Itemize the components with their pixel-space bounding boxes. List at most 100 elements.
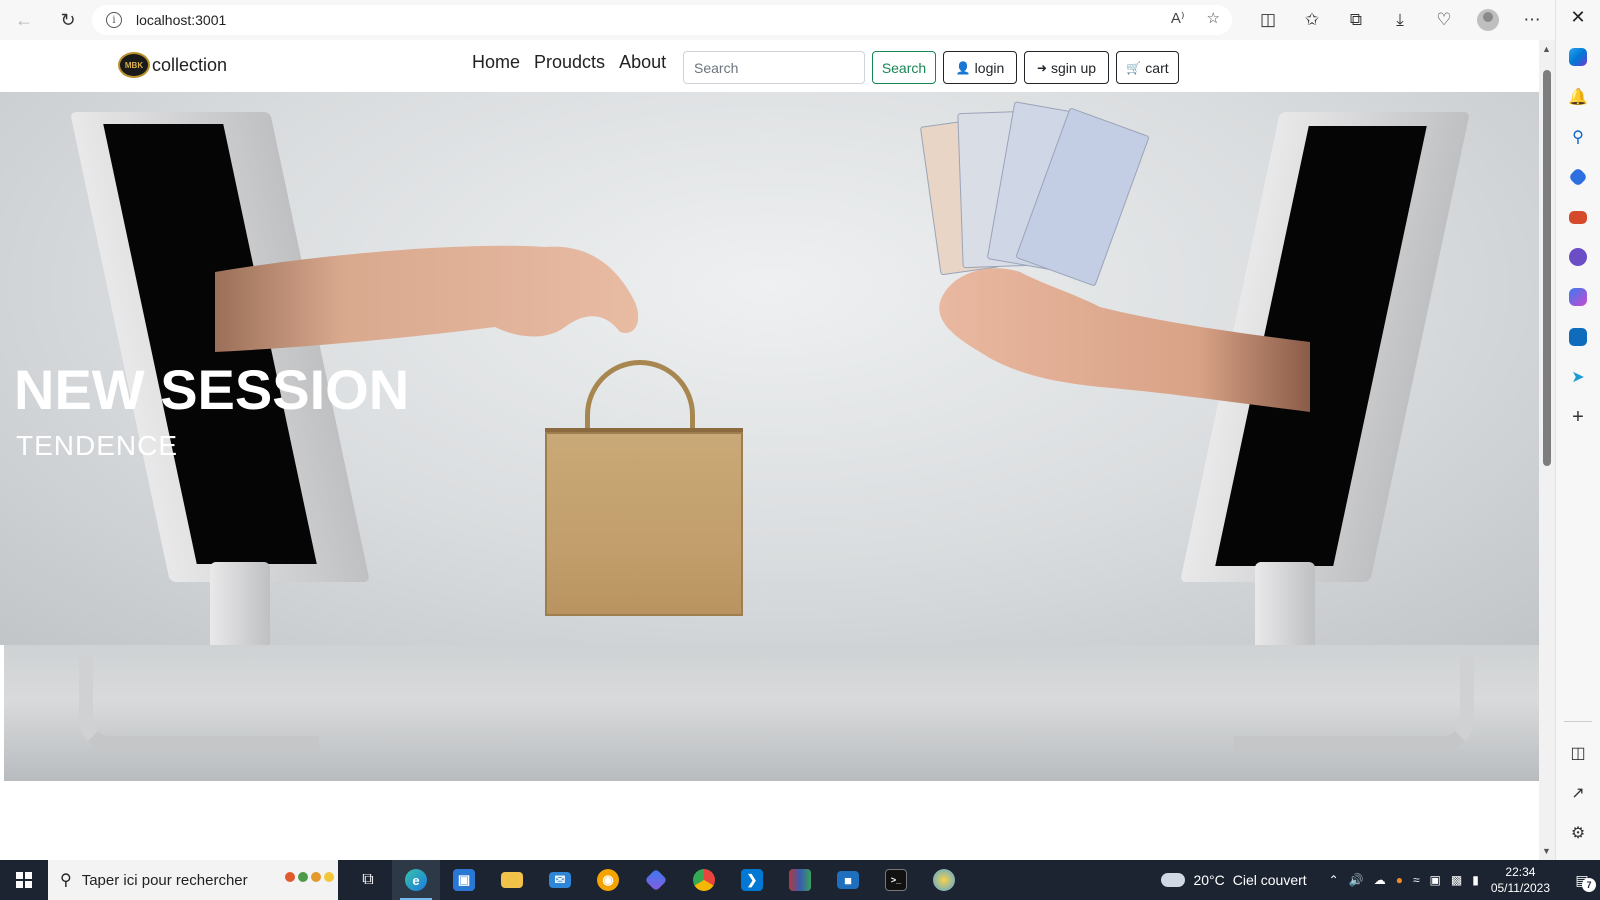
right-monitor-stand xyxy=(1234,655,1474,750)
right-hand-image xyxy=(939,268,1310,412)
notification-bell-icon[interactable]: 🔔 xyxy=(1563,80,1593,114)
hero-subtitle: TENDENCE xyxy=(16,430,179,461)
cart-icon: 🛒 xyxy=(1126,60,1142,75)
hero-title: NEW SESSION xyxy=(14,358,410,421)
search-icon: ⚲ xyxy=(60,872,72,889)
read-aloud-icon[interactable]: A⁾ xyxy=(1171,9,1185,27)
battery-icon[interactable]: ▮ xyxy=(1472,873,1479,887)
search-icon[interactable]: ⚲ xyxy=(1563,120,1593,154)
wifi-icon[interactable]: ≈ xyxy=(1413,873,1420,887)
search-input[interactable] xyxy=(683,51,865,84)
reload-icon[interactable]: ↻ xyxy=(52,4,84,36)
windows-taskbar: ⚲ Taper ici pour rechercher ⧉ e ▣ ✉ ◉ ❯ … xyxy=(0,860,1600,900)
nav-home-link[interactable]: Home xyxy=(472,52,520,73)
vscode-app-icon[interactable]: ❯ xyxy=(728,860,776,900)
security-icon[interactable]: ● xyxy=(1396,873,1403,887)
clock-date: 05/11/2023 xyxy=(1490,881,1550,895)
store-app-icon[interactable]: ▣ xyxy=(440,860,488,900)
back-arrow-icon[interactable]: ← xyxy=(8,4,40,36)
browser-toolbar: ← ↻ i localhost:3001 A⁾ ☆ ◫ ✩ ⧉ ⤓ ♡ ⋯ xyxy=(0,0,1568,40)
clock-time: 22:34 xyxy=(1505,865,1536,879)
edge-app-icon[interactable]: e xyxy=(392,860,440,900)
page-viewport: MBK collection Home Proudcts About Searc… xyxy=(0,40,1555,860)
scroll-up-icon[interactable]: ▲ xyxy=(1542,44,1551,54)
power-automate-icon[interactable] xyxy=(632,860,680,900)
hero-image-bottom xyxy=(4,645,1541,781)
clock[interactable]: 22:34 05/11/2023 xyxy=(1491,864,1550,896)
cart-label: cart xyxy=(1145,59,1169,76)
site-info-icon[interactable]: i xyxy=(106,12,122,28)
split-screen-icon[interactable]: ◫ xyxy=(1246,0,1290,40)
cart-button[interactable]: 🛒 cart xyxy=(1116,51,1179,84)
tray-icons: ⌃ 🔊 ☁ ● ≈ ▣ ▩ ▮ xyxy=(1329,873,1479,887)
start-button[interactable] xyxy=(0,860,48,900)
signup-label: sgin up xyxy=(1050,59,1097,76)
microsoft-365-icon[interactable] xyxy=(1563,280,1593,314)
profile-icon xyxy=(1477,9,1499,31)
display-icon[interactable]: ▩ xyxy=(1451,873,1462,887)
nav-products-link[interactable]: Proudcts xyxy=(534,52,605,73)
nav-about-link[interactable]: About xyxy=(619,52,666,73)
send-icon[interactable]: ➤ xyxy=(1563,360,1593,394)
terminal-app-icon[interactable]: >_ xyxy=(872,860,920,900)
page-scrollbar[interactable]: ▲ ▼ xyxy=(1539,40,1555,860)
outlook-icon[interactable] xyxy=(1563,320,1593,354)
search-highlight-icon xyxy=(285,872,334,882)
signup-button[interactable]: ➜ sgin up xyxy=(1024,51,1109,84)
login-label: login xyxy=(974,59,1005,76)
left-hand-image xyxy=(215,245,639,352)
brand-logo: MBK xyxy=(118,52,150,78)
user-plus-icon: 👤 xyxy=(955,60,971,75)
login-button[interactable]: 👤 login xyxy=(943,51,1017,84)
address-bar[interactable]: i localhost:3001 A⁾ ☆ xyxy=(92,5,1232,35)
shopping-tag-icon[interactable] xyxy=(1563,160,1593,194)
favorites-icon[interactable]: ✩ xyxy=(1290,0,1334,40)
sign-in-icon: ➜ xyxy=(1036,60,1047,75)
weather-text: Ciel couvert xyxy=(1232,872,1307,888)
paint-app-icon[interactable] xyxy=(920,860,968,900)
scrollbar-thumb[interactable] xyxy=(1543,70,1551,466)
onedrive-icon[interactable]: ☁ xyxy=(1374,873,1386,887)
profile-avatar[interactable] xyxy=(1466,0,1510,40)
tools-briefcase-icon[interactable] xyxy=(1563,200,1593,234)
shopping-bag-image xyxy=(545,432,743,616)
collections-icon[interactable]: ⧉ xyxy=(1334,0,1378,40)
taskbar-search[interactable]: ⚲ Taper ici pour rechercher xyxy=(48,860,338,900)
system-tray: 20°C Ciel couvert ⌃ 🔊 ☁ ● ≈ ▣ ▩ ▮ 22:34 … xyxy=(1157,860,1600,900)
downloads-icon[interactable]: ⤓ xyxy=(1378,0,1422,40)
copilot-icon[interactable] xyxy=(1563,40,1593,74)
chrome-app-icon[interactable] xyxy=(680,860,728,900)
add-icon[interactable]: + xyxy=(1563,400,1593,434)
notification-center-icon[interactable]: ▤ 7 xyxy=(1564,860,1600,900)
browser-essentials-icon[interactable]: ♡ xyxy=(1422,0,1466,40)
brand[interactable]: MBK collection xyxy=(118,52,227,78)
weather-widget[interactable]: 20°C Ciel couvert xyxy=(1157,868,1307,888)
edge-sidebar: ✕ 🔔 ⚲ ➤ + ◫ ↗ ⚙ xyxy=(1555,0,1600,860)
windows-logo-icon xyxy=(16,872,32,888)
scroll-down-icon[interactable]: ▼ xyxy=(1542,846,1551,856)
search-button[interactable]: Search xyxy=(872,51,936,84)
taskbar-search-placeholder: Taper ici pour rechercher xyxy=(81,871,248,889)
url-text[interactable]: localhost:3001 xyxy=(136,12,226,28)
volume-icon[interactable]: 🔊 xyxy=(1349,873,1364,887)
brand-name: collection xyxy=(152,54,228,75)
weather-cloud-icon xyxy=(1157,868,1186,887)
more-menu-icon[interactable]: ⋯ xyxy=(1510,0,1554,40)
meet-now-icon[interactable]: ▣ xyxy=(1430,873,1441,887)
site-navbar: MBK collection Home Proudcts About Searc… xyxy=(0,40,1539,92)
notification-badge: 7 xyxy=(1582,878,1596,892)
external-link-icon[interactable]: ↗ xyxy=(1563,776,1593,810)
task-view-icon[interactable]: ⧉ xyxy=(344,860,392,900)
favorite-star-icon[interactable]: ☆ xyxy=(1207,9,1220,27)
desktop-app-icon[interactable]: ■ xyxy=(824,860,872,900)
taskbar-apps: ⧉ e ▣ ✉ ◉ ❯ ■ >_ xyxy=(344,860,968,900)
games-icon[interactable] xyxy=(1563,240,1593,274)
file-explorer-icon[interactable] xyxy=(488,860,536,900)
close-icon[interactable]: ✕ xyxy=(1556,0,1600,34)
chevron-up-icon[interactable]: ⌃ xyxy=(1329,873,1339,887)
hide-sidebar-icon[interactable]: ◫ xyxy=(1563,736,1593,770)
mail-app-icon[interactable]: ✉ xyxy=(536,860,584,900)
brave-app-icon[interactable]: ◉ xyxy=(584,860,632,900)
settings-gear-icon[interactable]: ⚙ xyxy=(1563,816,1593,850)
winrar-app-icon[interactable] xyxy=(776,860,824,900)
